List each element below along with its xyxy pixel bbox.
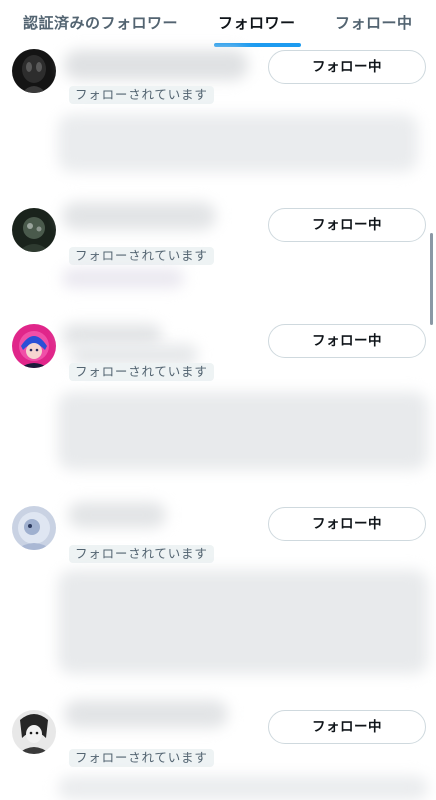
user-row[interactable]: フォローされています フォロー中 [0, 44, 436, 194]
tab-followers[interactable]: フォロワー [218, 12, 296, 33]
tab-following[interactable]: フォロー中 [335, 12, 413, 33]
user-avatar[interactable] [12, 710, 56, 754]
follows-you-badge: フォローされています [69, 247, 214, 265]
user-avatar[interactable] [12, 49, 56, 93]
follows-you-badge: フォローされています [69, 545, 214, 563]
tab-verified-followers[interactable]: 認証済みのフォロワー [23, 12, 178, 33]
bio-redacted [58, 776, 428, 800]
display-name-redacted [64, 50, 248, 80]
following-button[interactable]: フォロー中 [268, 208, 426, 242]
user-row[interactable]: フォローされています フォロー中 [0, 490, 436, 690]
display-name-redacted [62, 202, 216, 230]
user-avatar[interactable] [12, 208, 56, 252]
bio-redacted [58, 114, 418, 172]
display-name-redacted [62, 324, 162, 346]
user-row[interactable]: フォローされています フォロー中 [0, 692, 436, 800]
follows-you-badge: フォローされています [69, 749, 214, 767]
user-avatar[interactable] [12, 324, 56, 368]
bio-redacted [62, 268, 184, 288]
bio-redacted [58, 570, 428, 674]
user-row[interactable]: フォローされています フォロー中 [0, 196, 436, 308]
following-button[interactable]: フォロー中 [268, 50, 426, 84]
user-avatar[interactable] [12, 506, 56, 550]
following-button[interactable]: フォロー中 [268, 324, 426, 358]
follows-you-badge: フォローされています [69, 363, 214, 381]
tab-bar: 認証済みのフォロワー フォロワー フォロー中 [0, 0, 436, 48]
followers-page: 認証済みのフォロワー フォロワー フォロー中 フォローされています フォロー中 [0, 0, 436, 800]
display-name-redacted [64, 700, 228, 728]
following-button[interactable]: フォロー中 [268, 710, 426, 744]
scrollbar[interactable] [430, 233, 433, 325]
user-row[interactable]: フォローされています フォロー中 [0, 310, 436, 488]
follows-you-badge: フォローされています [69, 86, 214, 104]
following-button[interactable]: フォロー中 [268, 507, 426, 541]
bio-redacted [58, 392, 428, 470]
display-name-redacted [68, 502, 166, 528]
